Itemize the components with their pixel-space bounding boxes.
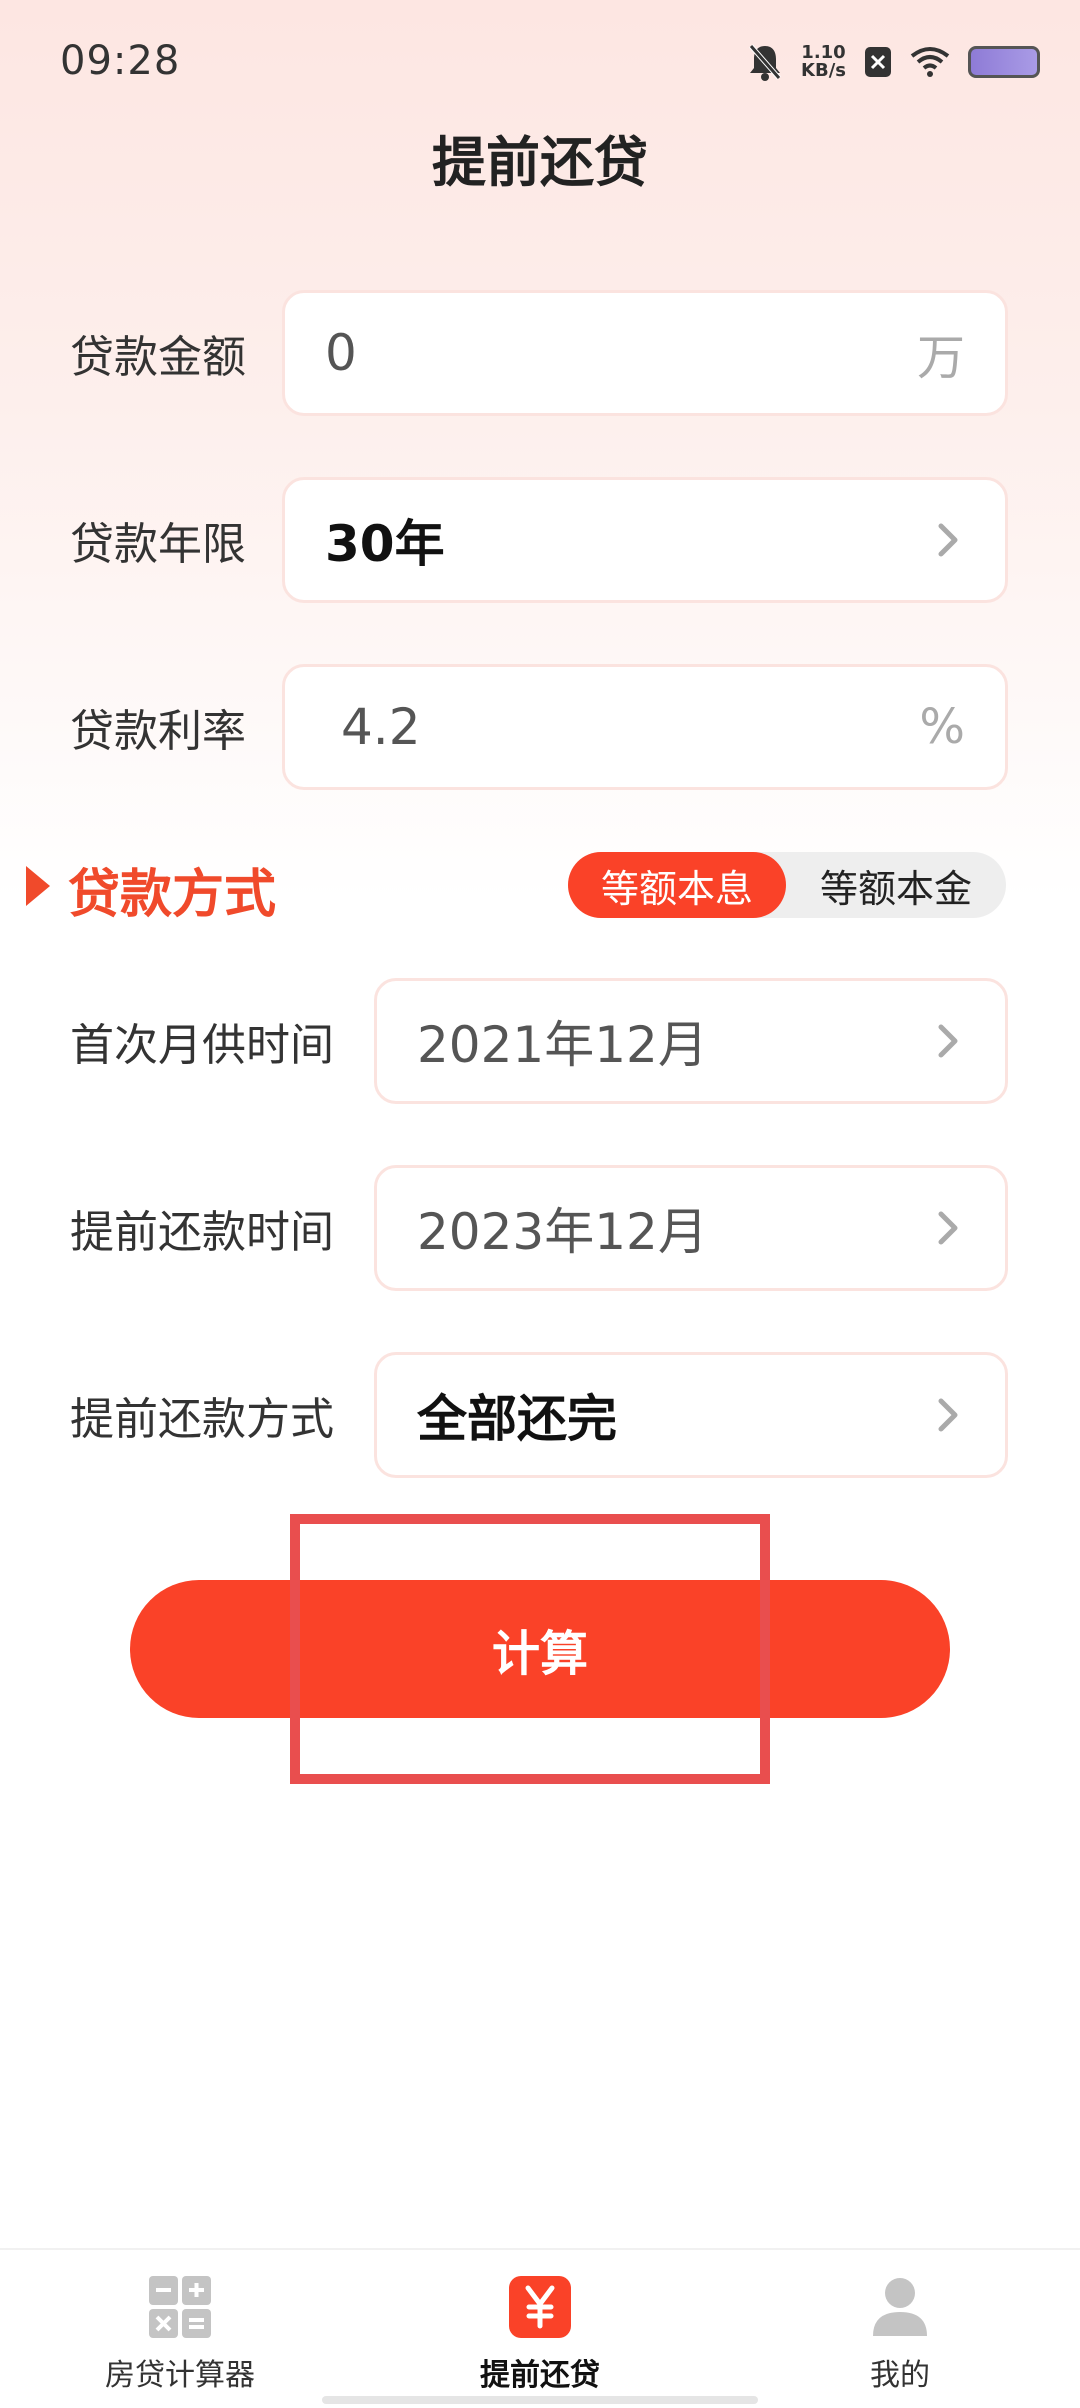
home-indicator xyxy=(322,2396,758,2404)
loan-rate-input[interactable]: 4.2 % xyxy=(282,664,1008,790)
prepay-time-row: 提前还款时间 2023年12月 xyxy=(0,1165,1080,1291)
yuan-icon xyxy=(509,2276,571,2338)
prepay-method-value: 全部还完 xyxy=(417,1390,617,1448)
method-option-equal-installment[interactable]: 等额本息 xyxy=(568,852,786,918)
status-time: 09:28 xyxy=(60,38,181,84)
tab-profile[interactable]: 我的 xyxy=(750,2274,1050,2394)
wifi-icon xyxy=(910,47,950,77)
network-speed: 1.10 KB/s xyxy=(801,44,846,80)
tab-prepay-label: 提前还贷 xyxy=(480,2358,600,2393)
loan-method-row: 贷款方式 等额本息 等额本金 xyxy=(0,846,1080,926)
loan-rate-label: 贷款利率 xyxy=(70,706,246,757)
close-box-icon xyxy=(865,47,891,77)
battery-icon xyxy=(968,46,1040,78)
prepay-time-value: 2023年12月 xyxy=(417,1203,708,1261)
status-bar: 09:28 1.10 KB/s xyxy=(0,0,1080,120)
first-payment-select[interactable]: 2021年12月 xyxy=(374,978,1008,1104)
loan-term-row: 贷款年限 30年 xyxy=(0,477,1080,603)
loan-amount-row: 贷款金额 0 万 xyxy=(0,290,1080,416)
loan-amount-label: 贷款金额 xyxy=(70,332,246,383)
calculator-icon xyxy=(149,2276,211,2338)
loan-method-toggle: 等额本息 等额本金 xyxy=(568,852,1006,918)
page-title: 提前还贷 xyxy=(432,131,648,194)
bell-muted-icon xyxy=(749,44,781,81)
prepay-time-label: 提前还款时间 xyxy=(70,1207,334,1258)
tab-calculator-label: 房贷计算器 xyxy=(105,2358,255,2393)
person-icon xyxy=(873,2278,927,2336)
tab-profile-label: 我的 xyxy=(870,2358,930,2393)
loan-rate-value: 4.2 xyxy=(341,698,421,756)
tab-prepay[interactable]: 提前还贷 xyxy=(390,2274,690,2394)
tab-calculator[interactable]: 房贷计算器 xyxy=(30,2274,330,2394)
chevron-right-icon xyxy=(938,1024,958,1058)
loan-amount-value: 0 xyxy=(325,324,357,382)
first-payment-row: 首次月供时间 2021年12月 xyxy=(0,978,1080,1104)
chevron-right-icon xyxy=(938,523,958,557)
prepay-method-label: 提前还款方式 xyxy=(70,1394,334,1445)
first-payment-value: 2021年12月 xyxy=(417,1016,708,1074)
loan-amount-unit: 万 xyxy=(916,330,965,386)
loan-rate-row: 贷款利率 4.2 % xyxy=(0,664,1080,790)
loan-term-select[interactable]: 30年 xyxy=(282,477,1008,603)
loan-term-value: 30年 xyxy=(325,515,445,573)
method-option-equal-principal[interactable]: 等额本金 xyxy=(786,852,1006,918)
prepay-method-select[interactable]: 全部还完 xyxy=(374,1352,1008,1478)
loan-rate-unit: % xyxy=(919,699,965,755)
loan-term-label: 贷款年限 xyxy=(70,519,246,570)
network-speed-unit: KB/s xyxy=(801,60,846,81)
section-marker-icon xyxy=(26,866,50,906)
bottom-tab-bar: 房贷计算器 提前还贷 我的 xyxy=(0,2248,1080,2408)
chevron-right-icon xyxy=(938,1211,958,1245)
first-payment-label: 首次月供时间 xyxy=(70,1020,334,1071)
chevron-right-icon xyxy=(938,1398,958,1432)
prepay-time-select[interactable]: 2023年12月 xyxy=(374,1165,1008,1291)
status-icons: 1.10 KB/s xyxy=(747,40,1040,84)
prepay-method-row: 提前还款方式 全部还完 xyxy=(0,1352,1080,1478)
calculate-button[interactable]: 计算 xyxy=(130,1580,950,1718)
loan-method-title: 贷款方式 xyxy=(68,865,277,925)
loan-amount-input[interactable]: 0 万 xyxy=(282,290,1008,416)
